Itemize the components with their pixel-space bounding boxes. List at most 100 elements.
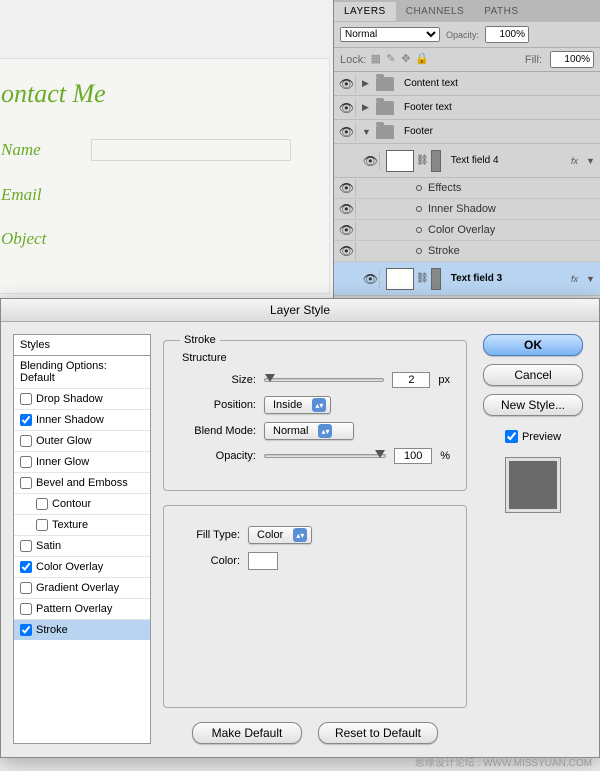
visibility-icon[interactable]: 👁 (338, 221, 356, 239)
size-label: Size: (180, 374, 256, 386)
style-label: Outer Glow (36, 435, 92, 447)
visibility-icon[interactable]: 👁 (338, 99, 356, 117)
cancel-button[interactable]: Cancel (483, 364, 583, 386)
style-label: Contour (52, 498, 91, 510)
fill-input[interactable] (550, 51, 594, 68)
settings-column: Stroke Structure Size: px Position: Insi… (163, 334, 467, 744)
size-slider[interactable] (264, 378, 384, 382)
opacity-input[interactable] (485, 26, 529, 43)
style-label: Color Overlay (36, 561, 103, 573)
style-checkbox[interactable] (20, 540, 32, 552)
position-label: Position: (180, 399, 256, 411)
style-checkbox[interactable] (20, 393, 32, 405)
opacity-input[interactable] (394, 448, 432, 464)
bullet-icon (416, 227, 422, 233)
bullet-icon (416, 206, 422, 212)
styles-list: Blending Options: DefaultDrop ShadowInne… (13, 355, 151, 744)
style-row-stroke[interactable]: Stroke (14, 619, 150, 640)
effect-color-overlay[interactable]: 👁 Color Overlay (334, 220, 600, 241)
preview-checkbox[interactable] (505, 430, 518, 443)
visibility-icon[interactable]: 👁 (338, 242, 356, 260)
blend-mode-label: Blend Mode: (180, 425, 256, 437)
style-row-satin[interactable]: Satin (14, 535, 150, 556)
layer-group-content-text[interactable]: 👁 ▶ Content text (334, 72, 600, 96)
visibility-icon[interactable]: 👁 (362, 270, 380, 288)
position-value: Inside (273, 399, 302, 411)
expand-icon[interactable]: ▶ (362, 102, 372, 113)
expand-icon[interactable]: ▶ (362, 78, 372, 89)
new-style-button[interactable]: New Style... (483, 394, 583, 416)
layer-name: Footer text (398, 102, 596, 113)
style-row-color-overlay[interactable]: Color Overlay (14, 556, 150, 577)
slider-knob-icon[interactable] (265, 374, 275, 382)
layer-group-footer[interactable]: 👁 ▼ Footer (334, 120, 600, 144)
style-checkbox[interactable] (20, 624, 32, 636)
form-row-email: Email (1, 185, 309, 205)
fx-expand-icon[interactable]: ▼ (586, 274, 596, 284)
style-row-outer-glow[interactable]: Outer Glow (14, 430, 150, 451)
visibility-icon[interactable]: 👁 (338, 200, 356, 218)
color-swatch[interactable] (248, 552, 278, 570)
lock-move-icon[interactable]: ✥ (400, 54, 411, 65)
visibility-icon[interactable]: 👁 (362, 152, 380, 170)
lock-all-icon[interactable]: 🔒 (415, 54, 426, 65)
style-checkbox[interactable] (36, 498, 48, 510)
lock-brush-icon[interactable]: ✎ (385, 54, 396, 65)
tab-channels[interactable]: CHANNELS (396, 2, 474, 21)
style-checkbox[interactable] (20, 561, 32, 573)
effect-inner-shadow[interactable]: 👁 Inner Shadow (334, 199, 600, 220)
style-row-texture[interactable]: Texture (14, 514, 150, 535)
style-row-drop-shadow[interactable]: Drop Shadow (14, 388, 150, 409)
style-checkbox[interactable] (20, 477, 32, 489)
lock-transparent-icon[interactable]: ▦ (370, 54, 381, 65)
style-checkbox[interactable] (20, 456, 32, 468)
layer-group-footer-text[interactable]: 👁 ▶ Footer text (334, 96, 600, 120)
style-checkbox[interactable] (20, 435, 32, 447)
size-input[interactable] (392, 372, 430, 388)
opacity-slider[interactable] (264, 454, 386, 458)
blend-mode-select[interactable]: Normal▴▾ (264, 422, 354, 440)
style-row-inner-shadow[interactable]: Inner Shadow (14, 409, 150, 430)
tab-paths[interactable]: PATHS (474, 2, 528, 21)
select-arrows-icon: ▴▾ (318, 424, 332, 438)
layer-style-dialog: Layer Style Styles Blending Options: Def… (0, 298, 600, 758)
opacity-row: Opacity: % (180, 448, 450, 464)
style-row-gradient-overlay[interactable]: Gradient Overlay (14, 577, 150, 598)
style-row-blending-options-default[interactable]: Blending Options: Default (14, 356, 150, 388)
fx-expand-icon[interactable]: ▼ (586, 156, 596, 166)
style-row-bevel-and-emboss[interactable]: Bevel and Emboss (14, 472, 150, 493)
style-label: Stroke (36, 624, 68, 636)
fx-indicator[interactable]: fx (571, 156, 578, 166)
style-checkbox[interactable] (20, 582, 32, 594)
fx-indicator[interactable]: fx (571, 274, 578, 284)
collapse-icon[interactable]: ▼ (362, 127, 372, 137)
preview-checkbox-row[interactable]: Preview (505, 430, 561, 443)
tab-layers[interactable]: LAYERS (334, 2, 396, 21)
style-row-inner-glow[interactable]: Inner Glow (14, 451, 150, 472)
visibility-icon[interactable]: 👁 (338, 75, 356, 93)
style-row-pattern-overlay[interactable]: Pattern Overlay (14, 598, 150, 619)
slider-knob-icon[interactable] (375, 450, 385, 458)
layer-name: Text field 3 (445, 273, 567, 284)
layer-blend-mode[interactable]: Normal (340, 27, 440, 42)
effects-header: 👁 Effects (334, 178, 600, 199)
style-row-contour[interactable]: Contour (14, 493, 150, 514)
visibility-icon[interactable]: 👁 (338, 179, 356, 197)
effect-stroke[interactable]: 👁 Stroke (334, 241, 600, 262)
reset-default-button[interactable]: Reset to Default (318, 722, 438, 744)
layer-text-field-4[interactable]: 👁 ⛓ Text field 4 fx ▼ (334, 144, 600, 178)
style-checkbox[interactable] (36, 519, 48, 531)
styles-header[interactable]: Styles (13, 334, 151, 355)
input-name[interactable] (91, 139, 291, 161)
visibility-icon[interactable]: 👁 (338, 123, 356, 141)
ok-button[interactable]: OK (483, 334, 583, 356)
layer-text-field-3[interactable]: 👁 ⛓ Text field 3 fx ▼ (334, 262, 600, 296)
fill-type-select[interactable]: Color▴▾ (248, 526, 312, 544)
style-checkbox[interactable] (20, 603, 32, 615)
position-select[interactable]: Inside▴▾ (264, 396, 331, 414)
style-checkbox[interactable] (20, 414, 32, 426)
position-row: Position: Inside▴▾ (180, 396, 450, 414)
effects-label: Effects (428, 182, 461, 194)
make-default-button[interactable]: Make Default (192, 722, 302, 744)
fill-label: Fill: (525, 54, 542, 66)
